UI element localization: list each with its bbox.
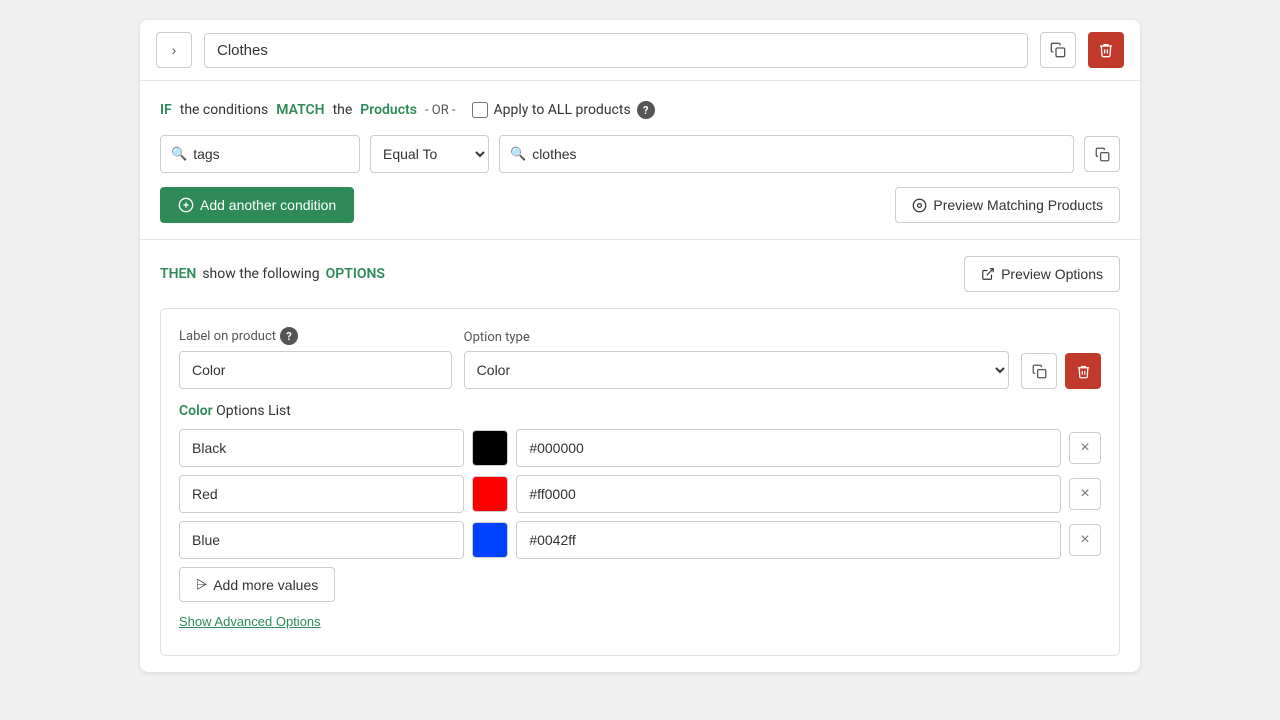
preview-options-button[interactable]: Preview Options	[964, 256, 1120, 292]
preview-matching-icon	[912, 198, 927, 213]
color-name-input-2[interactable]	[179, 521, 464, 559]
type-field-group: Option type Color Text Dropdown Image Bu…	[464, 330, 1009, 389]
copy-collection-button[interactable]	[1040, 32, 1076, 68]
color-hex-input-2[interactable]	[516, 521, 1061, 559]
color-swatch-0[interactable]	[472, 430, 508, 466]
condition-field-input[interactable]	[193, 146, 349, 162]
preview-options-label: Preview Options	[1001, 266, 1103, 282]
condition-operator-select[interactable]: Equal To Not Equal To Contains Not Conta…	[370, 135, 489, 173]
card-actions	[1021, 353, 1101, 389]
search-icon: 🔍	[171, 147, 187, 162]
type-field-label: Option type	[464, 330, 1009, 345]
remove-color-button-1[interactable]: ×	[1069, 478, 1101, 510]
remove-color-button-0[interactable]: ×	[1069, 432, 1101, 464]
color-swatch-1[interactable]	[472, 476, 508, 512]
copy-option-icon	[1032, 364, 1047, 379]
label-field-label: Label on product ?	[179, 327, 452, 345]
show-advanced-label: Show Advanced Options	[179, 614, 321, 629]
delete-option-button[interactable]	[1065, 353, 1101, 389]
then-text1: show the following	[202, 266, 319, 282]
condition-field-wrapper: 🔍	[160, 135, 360, 173]
color-row: ×	[179, 475, 1101, 513]
option-card: Label on product ? Option type Color Tex…	[160, 308, 1120, 656]
show-advanced-button[interactable]: Show Advanced Options	[179, 614, 321, 629]
keyword-products: Products	[360, 102, 417, 118]
color-rows-container: × × ×	[179, 429, 1101, 559]
keyword-then: THEN	[160, 266, 196, 282]
apply-all-checkbox[interactable]	[472, 102, 488, 118]
add-condition-label: Add another condition	[200, 197, 336, 213]
color-name-input-0[interactable]	[179, 429, 464, 467]
collapse-button[interactable]: ›	[156, 32, 192, 68]
condition-value-wrapper: 🔍	[499, 135, 1074, 173]
copy-option-button[interactable]	[1021, 353, 1057, 389]
add-condition-button[interactable]: Add another condition	[160, 187, 354, 223]
delete-collection-button[interactable]	[1088, 32, 1124, 68]
condition-value-input[interactable]	[532, 146, 1063, 162]
trash-option-icon	[1076, 364, 1091, 379]
apply-all-label: Apply to ALL products	[494, 102, 631, 118]
color-row: ×	[179, 521, 1101, 559]
apply-all-help-icon[interactable]: ?	[637, 101, 655, 119]
color-hex-input-1[interactable]	[516, 475, 1061, 513]
color-hex-input-0[interactable]	[516, 429, 1061, 467]
or-text: - OR -	[425, 103, 456, 118]
color-options-title: Color Options List	[179, 403, 1101, 419]
value-search-icon: 🔍	[510, 147, 526, 162]
preview-matching-button[interactable]: Preview Matching Products	[895, 187, 1120, 223]
label-help-icon[interactable]: ?	[280, 327, 298, 345]
copy-icon	[1050, 42, 1066, 58]
external-link-icon	[981, 267, 995, 281]
preview-matching-label: Preview Matching Products	[933, 197, 1103, 213]
keyword-options: OPTIONS	[326, 266, 385, 282]
trash-icon	[1098, 42, 1114, 58]
add-more-label: Add more values	[213, 577, 318, 593]
conditions-text1: the conditions	[180, 102, 268, 118]
plus-circle-icon	[178, 197, 194, 213]
plus-icon-add-more: ⩥	[196, 576, 207, 593]
conditions-text2: the	[333, 102, 353, 118]
copy-condition-button[interactable]	[1084, 136, 1120, 172]
keyword-if: IF	[160, 102, 172, 118]
copy-condition-icon	[1095, 147, 1110, 162]
remove-color-button-2[interactable]: ×	[1069, 524, 1101, 556]
type-field-select[interactable]: Color Text Dropdown Image Button	[464, 351, 1009, 389]
label-field-input[interactable]	[179, 351, 452, 389]
color-name-input-1[interactable]	[179, 475, 464, 513]
add-more-values-button[interactable]: ⩥ Add more values	[179, 567, 335, 602]
collection-title-input[interactable]	[204, 33, 1028, 68]
keyword-match: MATCH	[276, 102, 324, 118]
chevron-right-icon: ›	[172, 42, 177, 58]
label-field-group: Label on product ?	[179, 327, 452, 389]
color-swatch-2[interactable]	[472, 522, 508, 558]
color-row: ×	[179, 429, 1101, 467]
